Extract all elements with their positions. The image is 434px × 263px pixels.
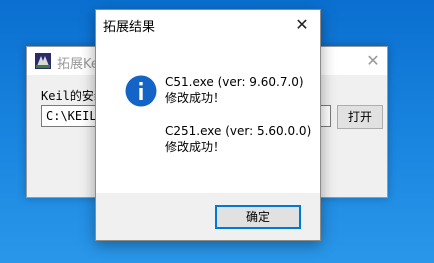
dialog-close-icon[interactable]: ✕ — [292, 15, 312, 35]
message-line-c51-status: 修改成功！ — [165, 91, 226, 105]
message-line-c251: C251.exe (ver: 5.60.0.0) — [165, 124, 312, 138]
result-dialog: 拓展结果 ✕ C51.exe (ver: 9.60.7.0) 修改成功！ C25… — [95, 9, 321, 241]
dialog-title: 拓展结果 — [103, 20, 156, 35]
background-close-icon[interactable]: ✕ — [363, 51, 383, 71]
ok-button[interactable]: 确定 — [215, 205, 301, 229]
keil-app-icon — [35, 53, 51, 69]
message-line-c51: C51.exe (ver: 9.60.7.0) — [165, 75, 304, 89]
keil-path-label: Keil的安装 — [41, 89, 103, 103]
dialog-message: C51.exe (ver: 9.60.7.0) 修改成功！ C251.exe (… — [165, 74, 311, 155]
dialog-titlebar: 拓展结果 ✕ — [96, 10, 320, 38]
message-line-c251-status: 修改成功！ — [165, 140, 226, 154]
dialog-footer: 确定 — [96, 193, 320, 240]
open-button[interactable]: 打开 — [337, 105, 383, 129]
dialog-body: C51.exe (ver: 9.60.7.0) 修改成功！ C251.exe (… — [96, 38, 320, 193]
info-icon — [125, 75, 157, 107]
